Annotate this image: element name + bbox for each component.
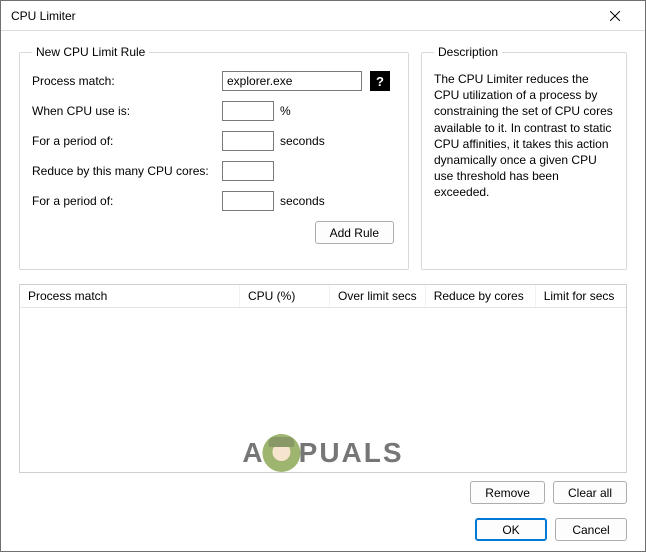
table-buttons-row: Remove Clear all [19,481,627,504]
row-period-2: For a period of: seconds [32,191,396,211]
dialog-buttons: OK Cancel [19,518,627,541]
description-group: Description The CPU Limiter reduces the … [421,45,627,270]
col-limit-secs[interactable]: Limit for secs [536,285,626,307]
row-when-cpu: When CPU use is: % [32,101,396,121]
period1-input[interactable] [222,131,274,151]
titlebar: CPU Limiter [1,1,645,31]
when-cpu-label: When CPU use is: [32,104,222,118]
cancel-button[interactable]: Cancel [555,518,627,541]
add-rule-row: Add Rule [32,221,396,244]
row-reduce-cores: Reduce by this many CPU cores: [32,161,396,181]
new-rule-group: New CPU Limit Rule Process match: ? When… [19,45,409,270]
new-rule-legend: New CPU Limit Rule [32,45,149,59]
col-over-limit[interactable]: Over limit secs [330,285,426,307]
reduce-cores-input[interactable] [222,161,274,181]
process-match-label: Process match: [32,74,222,88]
description-text: The CPU Limiter reduces the CPU utilizat… [434,71,614,201]
content-area: New CPU Limit Rule Process match: ? When… [1,31,645,551]
top-panels: New CPU Limit Rule Process match: ? When… [19,45,627,270]
dialog-window: CPU Limiter New CPU Limit Rule Process m… [0,0,646,552]
table-header: Process match CPU (%) Over limit secs Re… [20,285,626,308]
remove-button[interactable]: Remove [470,481,545,504]
period2-input[interactable] [222,191,274,211]
when-cpu-input[interactable] [222,101,274,121]
period1-label: For a period of: [32,134,222,148]
window-title: CPU Limiter [11,9,595,23]
reduce-label: Reduce by this many CPU cores: [32,164,222,178]
when-cpu-unit: % [280,104,291,118]
add-rule-button[interactable]: Add Rule [315,221,394,244]
rules-table: Process match CPU (%) Over limit secs Re… [19,284,627,473]
period2-unit: seconds [280,194,325,208]
col-cpu-percent[interactable]: CPU (%) [240,285,330,307]
clear-all-button[interactable]: Clear all [553,481,627,504]
table-body[interactable] [20,308,626,472]
period1-unit: seconds [280,134,325,148]
ok-button[interactable]: OK [475,518,547,541]
close-icon [610,11,620,21]
help-icon[interactable]: ? [370,71,390,91]
process-match-input[interactable] [222,71,362,91]
period2-label: For a period of: [32,194,222,208]
row-period-1: For a period of: seconds [32,131,396,151]
close-button[interactable] [595,1,635,31]
description-legend: Description [434,45,502,59]
col-process-match[interactable]: Process match [20,285,240,307]
col-reduce-cores[interactable]: Reduce by cores [426,285,536,307]
row-process-match: Process match: ? [32,71,396,91]
